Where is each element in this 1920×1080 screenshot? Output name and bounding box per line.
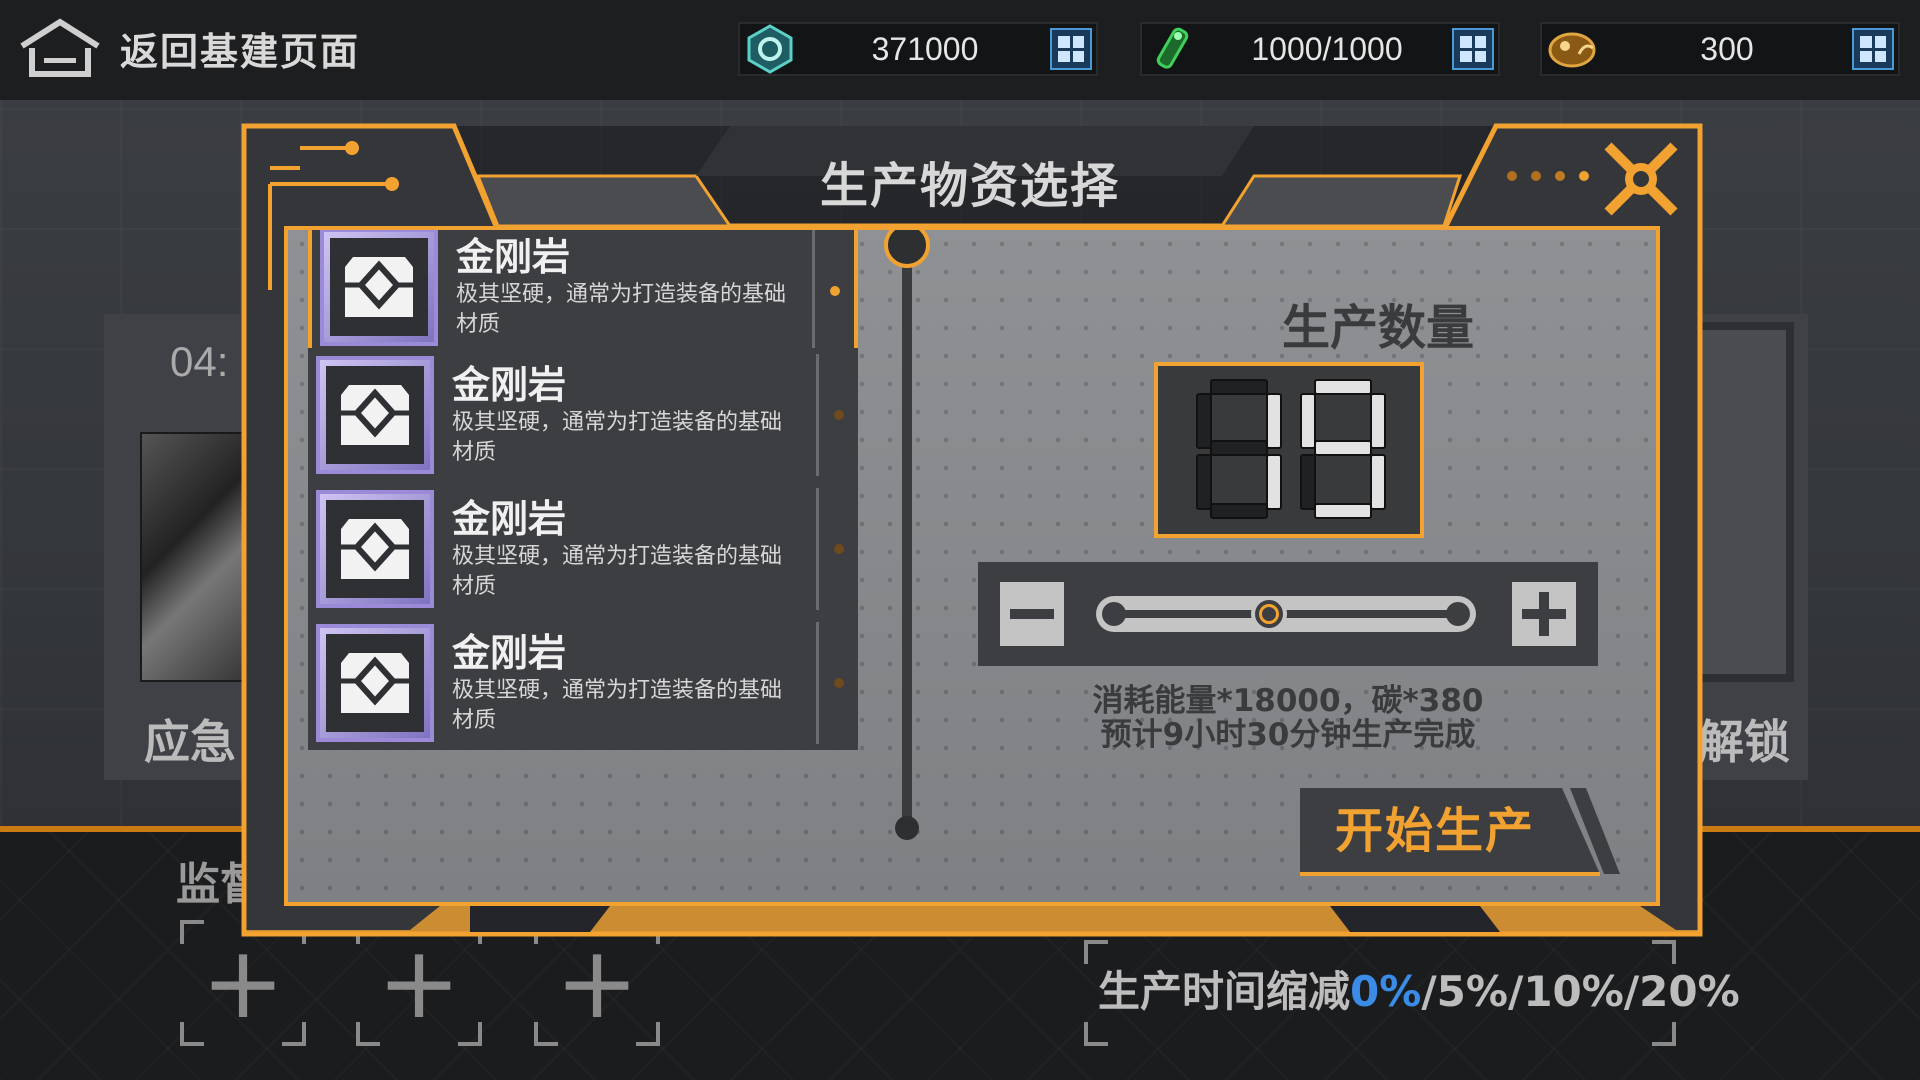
item-indicator xyxy=(812,230,854,352)
cost-line: 消耗能量*18000，碳*380 xyxy=(1092,683,1484,719)
resource-value: 1000/1000 xyxy=(1251,30,1403,67)
diamond-box-icon xyxy=(341,519,409,579)
digit-segment-off xyxy=(1210,503,1268,519)
material-thumbnail xyxy=(316,356,434,474)
material-description: 极其坚硬，通常为打造装备的基础材质 xyxy=(452,678,783,733)
increase-button[interactable] xyxy=(1512,582,1576,646)
back-to-base-button[interactable]: 返回基建页面 xyxy=(18,16,360,80)
digit-segment-off xyxy=(1210,379,1268,395)
material-name: 金刚岩 xyxy=(452,363,567,407)
locked-slot xyxy=(1694,322,1794,682)
close-button[interactable] xyxy=(1596,134,1686,224)
digit-segment-on xyxy=(1314,440,1372,456)
add-resource-button[interactable] xyxy=(1852,28,1894,70)
diamond-box-icon xyxy=(341,385,409,445)
material-item[interactable]: 金刚岩 极其坚硬，通常为打造装备的基础材质 xyxy=(308,348,858,482)
add-resource-button[interactable] xyxy=(1452,28,1494,70)
resource-tube: 1000/1000 xyxy=(1140,22,1500,76)
add-worker-slot[interactable]: + xyxy=(534,920,660,1046)
material-thumbnail xyxy=(320,230,438,346)
digit-segment-on xyxy=(1370,393,1386,449)
yellow-creature-icon xyxy=(1542,22,1602,76)
digit-segment-on xyxy=(1300,393,1316,449)
dialog-title: 生产物资选择 xyxy=(819,158,1120,214)
home-icon xyxy=(20,18,100,77)
digit-segment-on xyxy=(1266,454,1282,510)
item-indicator xyxy=(816,488,858,610)
digit-segment-off xyxy=(1196,393,1212,449)
material-item[interactable]: 金刚岩 极其坚硬，通常为打造装备的基础材质 xyxy=(308,482,858,616)
scrollbar-end xyxy=(895,816,919,840)
resource-gear: 371000 xyxy=(738,22,1098,76)
gear-crystal-icon xyxy=(740,22,800,76)
material-description: 极其坚硬，通常为打造装备的基础材质 xyxy=(452,410,783,465)
minus-icon xyxy=(1010,609,1054,619)
back-label: 返回基建页面 xyxy=(120,29,361,74)
quantity-display xyxy=(1154,362,1424,538)
plus-icon: + xyxy=(201,924,285,1041)
digit-segment-on xyxy=(1266,393,1282,449)
digit-segment-on xyxy=(1314,379,1372,395)
cost-text: 消耗能量*18000，碳*380 预计9小时30分钟生产完成 xyxy=(1028,684,1548,752)
monitor-label: 监督 xyxy=(176,859,264,910)
background-emergency-card: 04: 应急 xyxy=(104,314,254,780)
card-label: 解锁 xyxy=(1698,715,1790,769)
active-reduction: 0% xyxy=(1350,967,1422,1016)
card-timer: 04: xyxy=(170,338,229,385)
resource-value: 300 xyxy=(1700,30,1754,67)
resource-value: 371000 xyxy=(871,30,979,67)
material-name: 金刚岩 xyxy=(456,235,571,279)
decrease-button[interactable] xyxy=(1000,582,1064,646)
plus-icon: + xyxy=(377,924,461,1041)
material-description: 极其坚硬，通常为打造装备的基础材质 xyxy=(456,282,787,337)
plus-icon: + xyxy=(555,924,639,1041)
item-indicator xyxy=(816,354,858,476)
material-name: 金刚岩 xyxy=(452,631,567,675)
green-tube-icon xyxy=(1142,22,1202,76)
add-worker-slot[interactable]: + xyxy=(180,920,306,1046)
quantity-stepper xyxy=(978,562,1598,666)
material-description: 极其坚硬，通常为打造装备的基础材质 xyxy=(452,544,783,599)
duration-line: 预计9小时30分钟生产完成 xyxy=(1100,717,1476,753)
quantity-label: 生产数量 xyxy=(1281,300,1474,356)
material-item[interactable]: 金刚岩 极其坚硬，通常为打造装备的基础材质 xyxy=(308,230,858,354)
item-indicator xyxy=(816,622,858,744)
start-production-label: 开始生产 xyxy=(1334,803,1535,859)
digit-segment-on xyxy=(1314,503,1372,519)
diamond-box-icon xyxy=(341,653,409,713)
digit-segment-off xyxy=(1300,454,1316,510)
card-artwork xyxy=(140,432,254,682)
close-icon xyxy=(1604,142,1678,216)
list-scrollbar[interactable] xyxy=(902,236,912,832)
material-thumbnail xyxy=(316,490,434,608)
card-label: 应急 xyxy=(144,715,236,769)
diamond-box-icon xyxy=(345,257,413,317)
resource-creature: 300 xyxy=(1540,22,1900,76)
material-thumbnail xyxy=(316,624,434,742)
time-reduction-text: 生产时间缩减0%/5%/10%/20% xyxy=(1098,967,1740,1016)
digit-segment-on xyxy=(1370,454,1386,510)
slider-knob[interactable] xyxy=(1250,596,1287,632)
production-panel: 金刚岩 极其坚硬，通常为打造装备的基础材质 金刚岩 极其坚硬，通常为打造装备的基… xyxy=(284,226,1660,906)
quantity-slider[interactable] xyxy=(1096,596,1476,632)
material-name: 金刚岩 xyxy=(452,497,567,541)
quantity-digits xyxy=(1196,379,1386,519)
scrollbar-thumb[interactable] xyxy=(884,230,930,268)
start-production-button[interactable]: 开始生产 xyxy=(1300,788,1620,878)
add-resource-button[interactable] xyxy=(1050,28,1092,70)
digit-segment-off xyxy=(1196,454,1212,510)
digit-segment-off xyxy=(1210,440,1268,456)
add-worker-slot[interactable]: + xyxy=(356,920,482,1046)
background-unlock-card: 解锁 xyxy=(1680,314,1808,780)
material-item[interactable]: 金刚岩 极其坚硬，通常为打造装备的基础材质 xyxy=(308,616,858,750)
